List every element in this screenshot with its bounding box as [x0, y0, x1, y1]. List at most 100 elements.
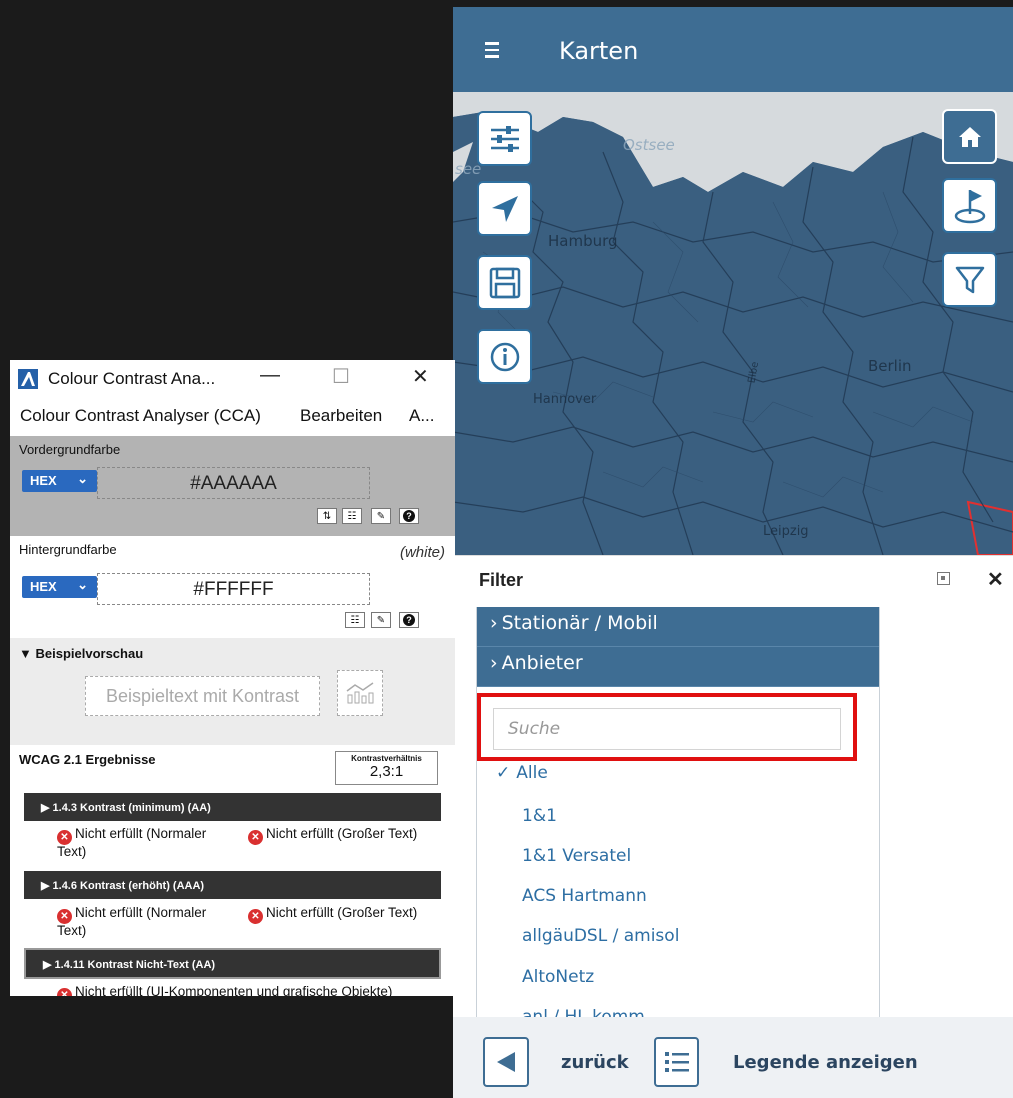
filter-option[interactable]: AltoNetz — [522, 967, 594, 987]
ratio-value: 2,3:1 — [369, 763, 404, 780]
format-label: HEX — [30, 579, 57, 594]
home-icon — [958, 126, 981, 147]
map-label-hamburg: Hamburg — [548, 232, 618, 250]
filter-header: Filter ✕ — [453, 555, 1013, 607]
results-section: WCAG 2.1 Ergebnisse Kontrastverhältnis 2… — [10, 745, 455, 996]
window-title: Colour Contrast Ana... — [48, 369, 216, 388]
swap-colours-button[interactable]: ⇅ — [317, 508, 337, 524]
ratio-label: Kontrastverhältnis — [351, 754, 422, 763]
fg-sliders-button[interactable]: ☷ — [342, 508, 362, 524]
preview-section: ▼ Beispielvorschau Beispieltext mit Kont… — [10, 638, 455, 745]
background-hex-input[interactable]: #FFFFFF — [97, 573, 370, 605]
menu-bearbeiten[interactable]: Bearbeiten — [300, 406, 382, 426]
maximize-panel-icon[interactable] — [937, 572, 950, 585]
filter-panel: Filter ✕ ›Stationär / Mobil ›Anbieter ✓A… — [453, 555, 1013, 1027]
map-regions — [453, 92, 1013, 555]
filter-option[interactable]: allgäuDSL / amisol — [522, 926, 679, 946]
cca-window: Colour Contrast Ana... — ☐ ✕ Colour Cont… — [10, 360, 455, 996]
layer-settings-button[interactable] — [477, 111, 532, 166]
filter-option-alle[interactable]: ✓ Alle — [496, 763, 548, 783]
foreground-format-select[interactable]: HEX ⌄ — [22, 470, 97, 492]
home-button[interactable] — [942, 109, 997, 164]
legend-button[interactable] — [654, 1037, 699, 1087]
poi-marker-button[interactable] — [942, 178, 997, 233]
swap-icon: ⇅ — [322, 510, 332, 522]
bg-eyedropper-button[interactable]: ✎ — [371, 612, 391, 628]
map-canvas[interactable]: Ostsee see Hamburg Berlin Hannover Elbe … — [453, 92, 1013, 555]
back-button[interactable] — [483, 1037, 529, 1087]
bg-help-button[interactable]: ? — [399, 612, 419, 628]
cca-app-icon — [18, 369, 38, 389]
sliders-icon: ☷ — [347, 510, 357, 522]
map-label-ostsee: Ostsee — [623, 136, 675, 154]
foreground-hex-input[interactable]: #AAAAAA — [97, 467, 370, 499]
menu-bar: Colour Contrast Analyser (CCA) Bearbeite… — [10, 396, 455, 436]
result-label: Nicht erfüllt (Normaler Text) — [57, 905, 207, 938]
fail-icon: ✕ — [248, 830, 263, 845]
result-label: Nicht erfüllt (UI-Komponenten und grafis… — [75, 984, 393, 996]
accordion-stationaer-mobil[interactable]: › Stationär / Mobil — [477, 607, 879, 647]
result-normal-text: ✕ Nicht erfüllt (Normaler Text) — [57, 906, 227, 937]
triangle-left-icon — [497, 1052, 515, 1072]
background-format-select[interactable]: HEX ⌄ — [22, 576, 97, 598]
preview-graphic — [337, 670, 383, 716]
filter-option[interactable]: ACS Hartmann — [522, 886, 647, 906]
checkmark-icon: ✓ — [496, 763, 511, 783]
colour-name: (white) — [399, 544, 445, 561]
menu-cca[interactable]: Colour Contrast Analyser (CCA) — [20, 406, 261, 426]
legend-label[interactable]: Legende anzeigen — [733, 1052, 918, 1073]
result-label: Nicht erfüllt (Großer Text) — [266, 826, 418, 841]
criterion-1-4-11[interactable]: ▶ 1.4.11 Kontrast Nicht-Text (AA) — [24, 948, 441, 979]
criterion-1-4-6[interactable]: ▶ 1.4.6 Kontrast (erhöht) (AAA) — [24, 871, 441, 899]
desktop-background — [0, 996, 453, 1098]
save-button[interactable] — [477, 255, 532, 310]
result-ui-components: ✕ Nicht erfüllt (UI-Komponenten und grafi… — [57, 985, 392, 996]
minimize-button[interactable]: — — [260, 364, 280, 387]
fail-icon: ✕ — [57, 988, 72, 996]
bottom-bar: zurück Legende anzeigen — [453, 1017, 1013, 1098]
result-label: Nicht erfüllt (Großer Text) — [266, 905, 418, 920]
search-input[interactable] — [493, 708, 841, 750]
list-icon — [664, 1052, 689, 1072]
filter-option[interactable]: 1&1 Versatel — [522, 846, 631, 866]
filter-option-label: Alle — [516, 763, 548, 783]
close-filter-button[interactable]: ✕ — [987, 567, 1004, 592]
map-application: Karten Ostsee see Hamburg Berlin Hannove… — [453, 7, 1013, 1098]
app-header: Karten — [453, 7, 1013, 92]
map-label-leipzig: Leipzig — [763, 524, 809, 539]
preview-sample-text: Beispieltext mit Kontrast — [85, 676, 320, 716]
locate-arrow-icon — [491, 195, 518, 222]
chevron-right-icon: › — [490, 652, 498, 674]
close-button[interactable]: ✕ — [412, 364, 429, 389]
background-section: Hintergrundfarbe (white) HEX ⌄ #FFFFFF ☷ … — [10, 536, 455, 638]
eyedropper-icon: ✎ — [376, 510, 386, 522]
accordion-label: Stationär / Mobil — [501, 612, 658, 634]
bg-sliders-button[interactable]: ☷ — [345, 612, 365, 628]
filter-option[interactable]: 1&1 — [522, 806, 557, 826]
filter-icon — [955, 266, 984, 293]
criterion-1-4-3[interactable]: ▶ 1.4.3 Kontrast (minimum) (AA) — [24, 793, 441, 821]
menu-more[interactable]: A... — [409, 406, 435, 426]
cca-titlebar[interactable]: Colour Contrast Ana... — ☐ ✕ — [10, 360, 455, 396]
hamburger-menu-icon[interactable] — [485, 42, 499, 58]
chevron-down-icon: ⌄ — [77, 471, 88, 486]
map-label-berlin: Berlin — [868, 357, 912, 375]
result-normal-text: ✕ Nicht erfüllt (Normaler Text) — [57, 827, 227, 858]
filter-button[interactable] — [942, 252, 997, 307]
back-label[interactable]: zurück — [561, 1052, 629, 1073]
accordion-label: Anbieter — [501, 652, 583, 674]
fg-help-button[interactable]: ? — [399, 508, 419, 524]
fail-icon: ✕ — [57, 830, 72, 845]
locate-button[interactable] — [477, 181, 532, 236]
flag-pin-icon — [954, 189, 985, 223]
preview-toggle[interactable]: ▼ Beispielvorschau — [19, 646, 143, 661]
map-label-hannover: Hannover — [533, 392, 597, 407]
fail-icon: ✕ — [57, 909, 72, 924]
maximize-button[interactable]: ☐ — [332, 364, 350, 389]
eyedropper-icon: ✎ — [376, 614, 386, 626]
foreground-section: Vordergrundfarbe HEX ⌄ #AAAAAA ⇅ ☷ ✎ ? — [10, 436, 455, 536]
info-button[interactable] — [477, 329, 532, 384]
fg-eyedropper-button[interactable]: ✎ — [371, 508, 391, 524]
accordion-anbieter[interactable]: › Anbieter — [477, 647, 879, 687]
result-large-text: ✕ Nicht erfüllt (Großer Text) — [248, 827, 417, 845]
